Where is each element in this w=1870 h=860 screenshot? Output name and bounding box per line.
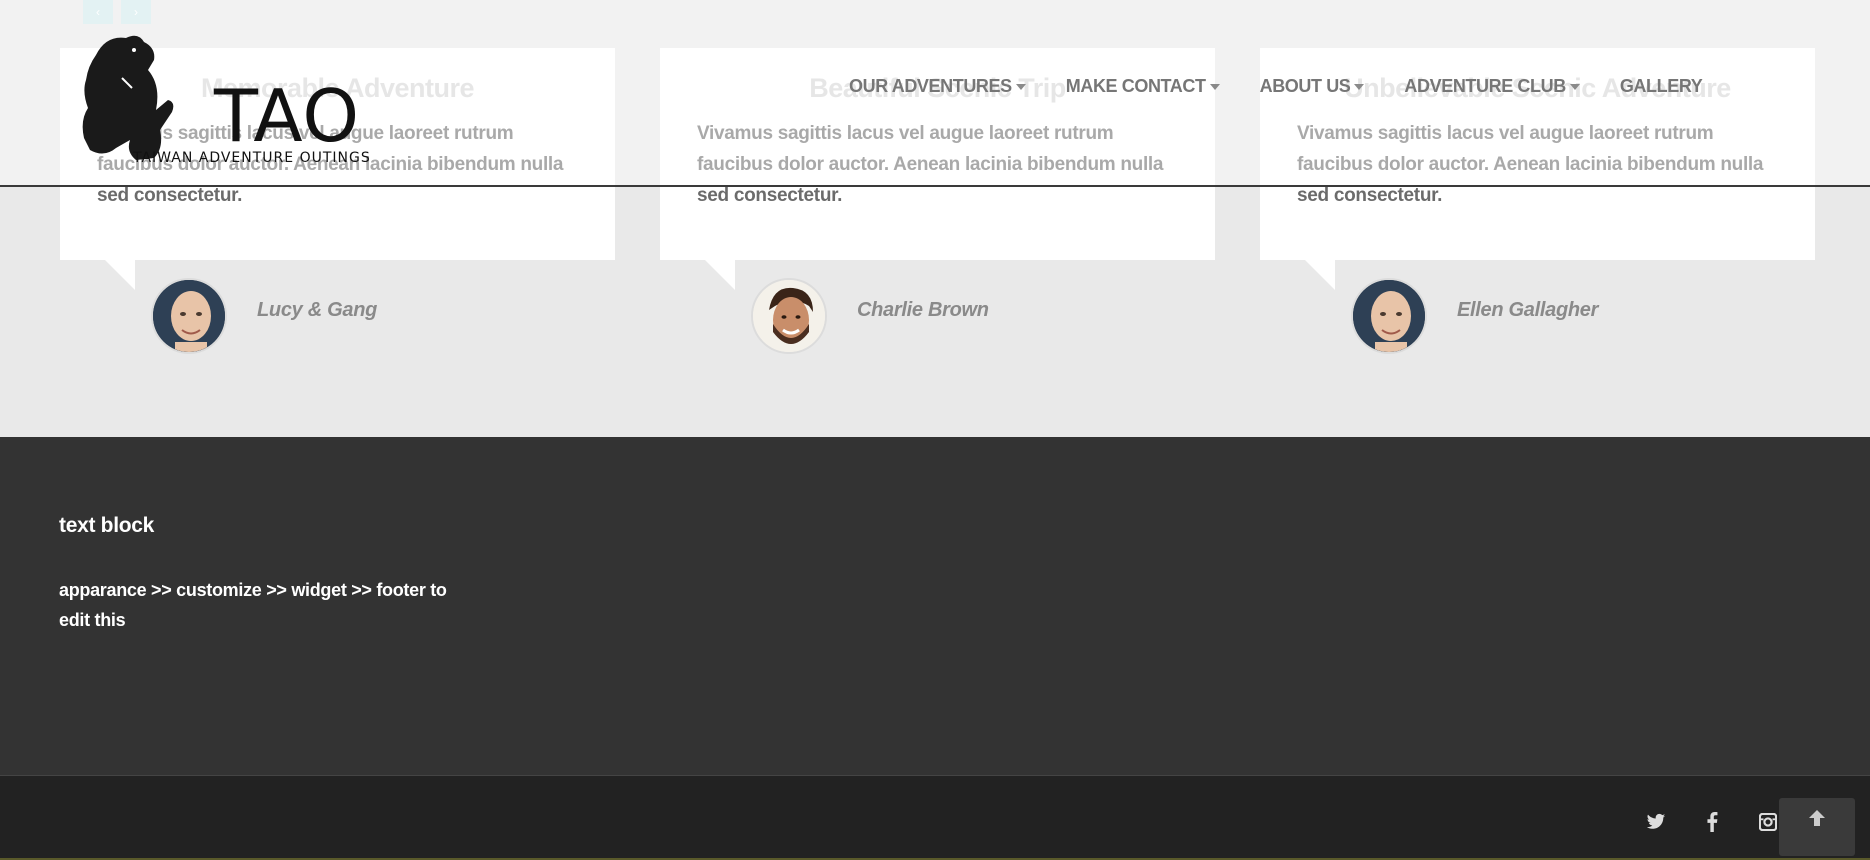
- nav-item-about-us[interactable]: ABOUT US: [1260, 76, 1365, 97]
- caret-down-icon: [1569, 83, 1580, 90]
- footer-bottom-bar: [0, 775, 1870, 860]
- nav-item-our-adventures[interactable]: OUR ADVENTURES: [849, 76, 1026, 97]
- facebook-icon[interactable]: [1700, 810, 1724, 834]
- author-name: Ellen Gallagher: [1457, 298, 1599, 321]
- footer-widgets: text block apparance >> customize >> wid…: [0, 437, 1870, 775]
- speech-tail: [105, 260, 135, 290]
- caret-down-icon: [1209, 83, 1220, 90]
- testimonial-author: Lucy & Gang: [151, 278, 377, 354]
- nav-label: OUR ADVENTURES: [849, 76, 1012, 96]
- nav-label: GALLERY: [1619, 76, 1703, 96]
- caret-down-icon: [1354, 83, 1365, 90]
- author-name: Lucy & Gang: [257, 298, 378, 321]
- twitter-icon[interactable]: [1644, 810, 1668, 834]
- caret-down-icon: [1015, 83, 1026, 90]
- author-name: Charlie Brown: [857, 298, 989, 321]
- speech-tail: [1305, 260, 1335, 290]
- back-to-top-button[interactable]: [1779, 798, 1855, 856]
- speech-tail: [705, 260, 735, 290]
- nav-item-gallery[interactable]: GALLERY: [1620, 76, 1703, 97]
- arrow-up-icon: [1809, 810, 1825, 826]
- nav-label: ABOUT US: [1259, 76, 1351, 96]
- nav-item-make-contact[interactable]: MAKE CONTACT: [1066, 76, 1220, 97]
- instagram-icon[interactable]: [1756, 810, 1780, 834]
- logo-subtitle: TAIWAN ADVENTURE OUTINGS: [133, 150, 371, 166]
- bald-man-avatar: [151, 278, 227, 354]
- widget-text: apparance >> customize >> widget >> foot…: [59, 580, 447, 630]
- testimonial-author: Ellen Gallagher: [1351, 278, 1598, 354]
- bald-man-avatar: [1351, 278, 1427, 354]
- nav-item-adventure-club[interactable]: ADVENTURE CLUB: [1404, 76, 1580, 97]
- nav-label: ADVENTURE CLUB: [1404, 76, 1566, 96]
- nav-label: MAKE CONTACT: [1065, 76, 1206, 96]
- site-header: TAO TAIWAN ADVENTURE OUTINGS OUR ADVENTU…: [0, 0, 1870, 187]
- testimonial-author: Charlie Brown: [751, 278, 989, 354]
- smiling-man-avatar: [751, 278, 827, 354]
- bear-logo-icon: [82, 35, 174, 160]
- main-nav: OUR ADVENTURES MAKE CONTACT ABOUT US ADV…: [849, 76, 1742, 97]
- widget-title: text block: [59, 514, 155, 537]
- site-logo[interactable]: TAO TAIWAN ADVENTURE OUTINGS: [76, 30, 376, 175]
- logo-title: TAO: [214, 74, 361, 158]
